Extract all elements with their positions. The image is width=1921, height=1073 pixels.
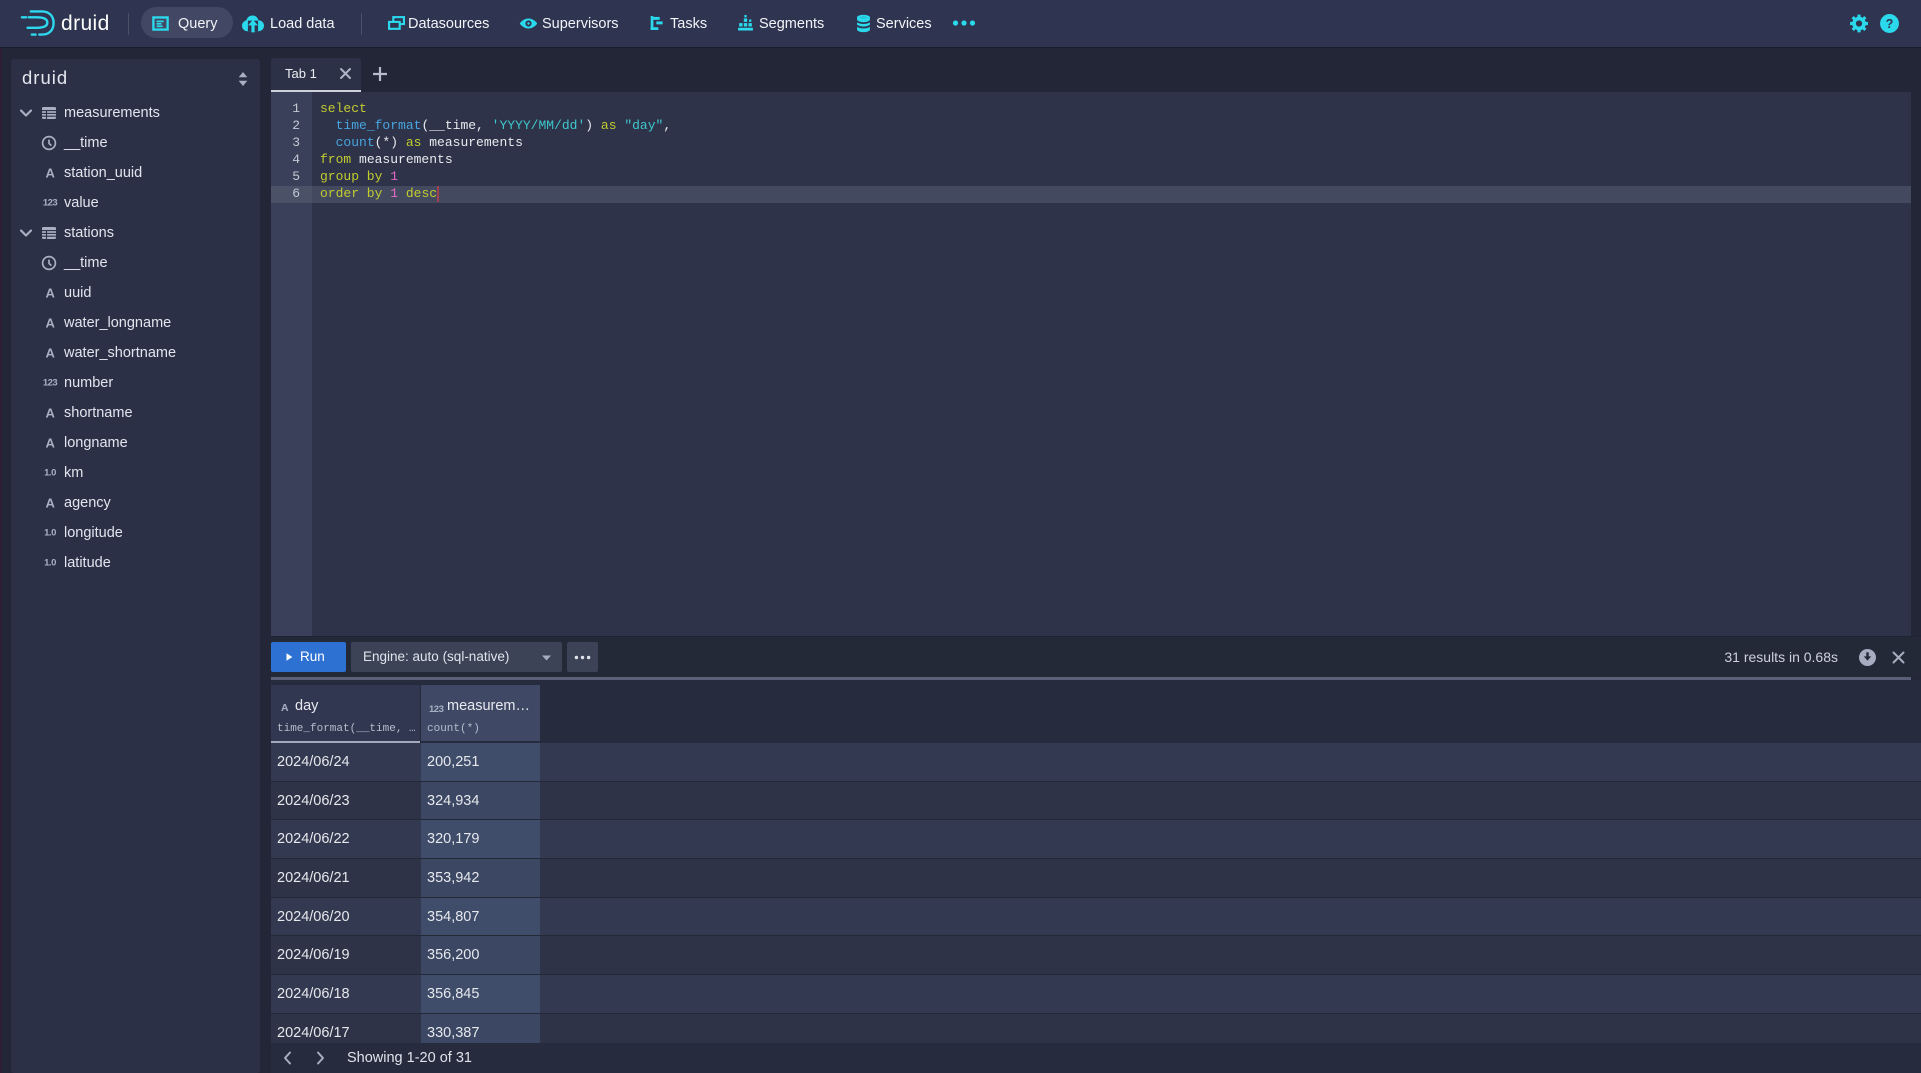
svg-text:?: ? [1886, 17, 1894, 31]
